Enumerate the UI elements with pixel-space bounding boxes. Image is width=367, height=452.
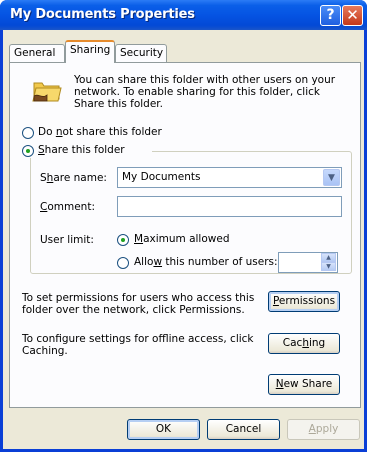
title-bar[interactable]: My Documents Properties ? ✕ [0,0,367,30]
tab-general[interactable]: General [9,44,65,62]
tab-sharing[interactable]: Sharing [65,40,115,63]
permissions-button[interactable]: Permissions [268,291,340,312]
sharing-panel: You can share this folder with other use… [9,62,361,408]
do-not-share-label: Do not share this folder [38,126,162,138]
tab-security[interactable]: Security [115,44,167,62]
help-button[interactable]: ? [320,5,341,26]
allow-number-option[interactable]: Allow this number of users: [117,256,278,270]
sharing-info-text: You can share this folder with other use… [74,74,336,110]
maximum-allowed-label: Maximum allowed [134,233,230,245]
share-this-folder-label: Share this folder [38,144,125,156]
permissions-description: To set permissions for users who access … [22,292,255,316]
user-count-spinner[interactable]: ▲ ▼ [278,252,338,273]
comment-label: Comment: [40,201,95,213]
allow-number-label: Allow this number of users: [134,256,278,268]
properties-dialog: My Documents Properties ? ✕ General Shar… [0,0,367,452]
do-not-share-option[interactable]: Do not share this folder [22,126,192,140]
caching-button[interactable]: Caching [268,333,340,354]
spin-up-icon[interactable]: ▲ [321,253,336,262]
chevron-down-icon[interactable]: ▼ [323,169,340,186]
apply-button[interactable]: Apply [287,419,360,440]
share-this-folder-radio[interactable] [22,145,34,157]
maximum-allowed-option[interactable]: Maximum allowed [117,233,257,247]
ok-button[interactable]: OK [127,419,200,440]
shared-folder-icon [32,82,62,102]
cancel-button[interactable]: Cancel [207,419,280,440]
do-not-share-radio[interactable] [22,127,34,139]
new-share-button[interactable]: New Share [268,374,340,395]
share-name-combobox[interactable]: My Documents ▼ [117,167,342,188]
close-button[interactable]: ✕ [342,5,363,26]
window-title: My Documents Properties [10,7,195,22]
comment-field[interactable] [117,196,342,217]
share-this-folder-option[interactable]: Share this folder [22,144,152,158]
maximum-allowed-radio[interactable] [117,234,129,246]
allow-number-radio[interactable] [117,257,129,269]
spin-down-icon[interactable]: ▼ [321,262,336,271]
caching-description: To configure settings for offline access… [22,333,254,357]
share-name-label: Share name: [40,172,107,184]
share-name-value: My Documents [122,171,201,183]
user-limit-label: User limit: [40,234,94,246]
